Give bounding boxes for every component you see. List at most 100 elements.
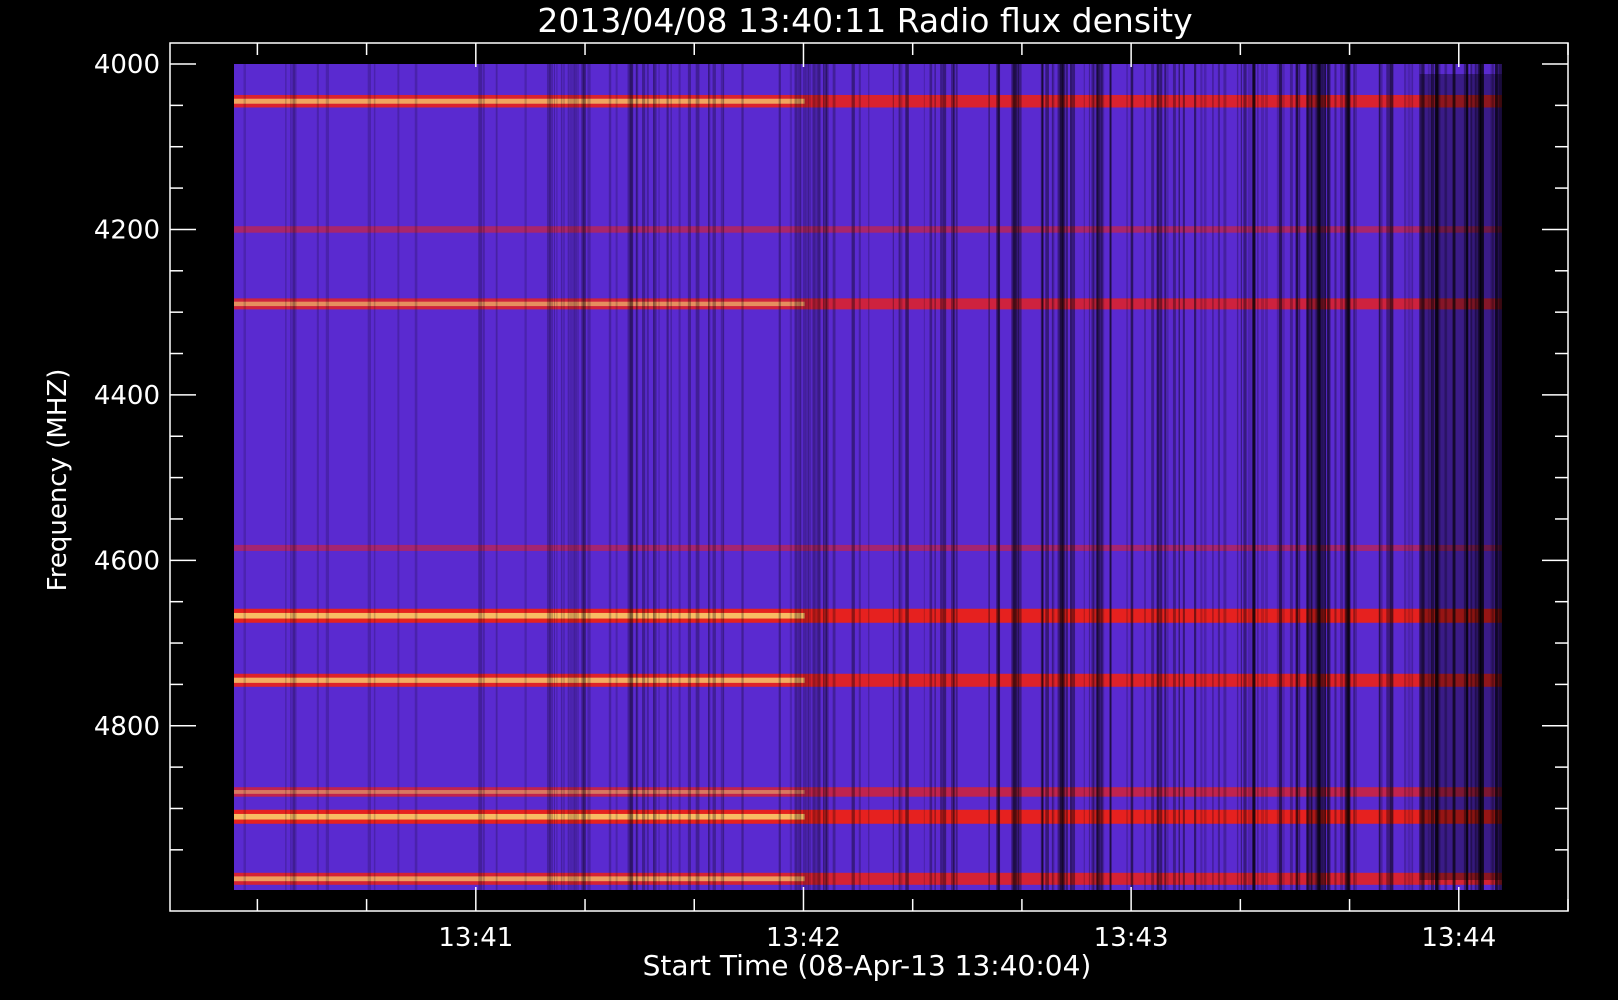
- interference-stripe: [712, 64, 716, 890]
- interference-stripe: [1243, 64, 1247, 890]
- interference-stripe: [1340, 64, 1344, 890]
- interference-stripe: [1334, 64, 1337, 890]
- y-tick-label: 4000: [94, 50, 160, 80]
- interference-stripe: [956, 64, 958, 890]
- interference-stripe: [569, 64, 572, 890]
- interference-stripe: [563, 64, 565, 890]
- interference-stripe: [1182, 64, 1185, 890]
- frequency-band-core: [234, 612, 805, 619]
- interference-stripe: [1097, 64, 1100, 890]
- x-tick-label: 13:41: [438, 923, 513, 953]
- interference-stripe: [567, 64, 570, 890]
- x-axis-label: Start Time (08-Apr-13 13:40:04): [643, 949, 1092, 982]
- interference-stripe: [695, 64, 700, 890]
- interference-stripe: [1212, 64, 1214, 890]
- interference-stripe: [778, 64, 781, 890]
- interference-stripe: [553, 64, 556, 890]
- radio-spectrogram-chart: 2013/04/08 13:40:11 Radio flux density 4…: [0, 0, 1618, 1000]
- interference-stripe: [1200, 64, 1203, 890]
- interference-stripe: [1327, 64, 1331, 890]
- interference-stripe: [670, 64, 672, 890]
- interference-stripe: [1172, 64, 1176, 890]
- interference-stripe: [953, 64, 956, 890]
- interference-stripe: [642, 64, 646, 890]
- interference-stripe: [582, 64, 586, 890]
- interference-stripe: [666, 64, 669, 890]
- interference-stripe: [802, 64, 807, 890]
- interference-stripe: [819, 64, 821, 890]
- interference-stripe: [940, 64, 942, 890]
- interference-stripe: [1311, 64, 1314, 890]
- x-tick-label: 13:43: [1094, 923, 1169, 953]
- frequency-band-core: [234, 813, 805, 820]
- interference-stripe: [1247, 64, 1251, 890]
- interference-stripe: [851, 64, 855, 890]
- interference-stripe: [1355, 64, 1357, 890]
- interference-stripe: [1289, 64, 1293, 890]
- interference-stripe: [243, 64, 246, 890]
- interference-stripe: [1017, 64, 1022, 890]
- spectrogram-svg: 2013/04/08 13:40:11 Radio flux density 4…: [0, 0, 1618, 1000]
- interference-stripe: [1014, 64, 1017, 890]
- interference-stripe: [1252, 64, 1256, 890]
- y-tick-label: 4400: [94, 381, 160, 411]
- interference-stripe: [1061, 64, 1066, 890]
- frequency-band-core: [234, 790, 805, 794]
- interference-stripe: [1317, 64, 1322, 890]
- interference-stripe: [1164, 64, 1169, 890]
- interference-stripe: [290, 64, 292, 890]
- interference-stripe: [325, 64, 330, 890]
- interference-stripe: [708, 64, 711, 890]
- interference-stripe: [905, 64, 909, 890]
- interference-stripe: [576, 64, 580, 890]
- frequency-band-core: [234, 301, 805, 307]
- interference-stripe: [808, 64, 812, 890]
- interference-stripe: [1260, 64, 1265, 890]
- interference-stripe: [1178, 64, 1180, 890]
- interference-stripe: [1344, 64, 1347, 890]
- interference-stripe: [1194, 64, 1197, 890]
- interference-stripe: [495, 64, 498, 890]
- interference-stripe: [646, 64, 649, 890]
- heatmap-image: [234, 64, 1503, 890]
- interference-stripe: [799, 64, 802, 890]
- interference-stripe: [482, 64, 485, 890]
- interference-stripe: [1296, 64, 1299, 890]
- y-tick-label: 4200: [94, 215, 160, 245]
- interference-stripe: [556, 64, 558, 890]
- interference-stripe: [1389, 64, 1394, 890]
- interference-stripe: [1143, 64, 1146, 890]
- interference-stripe: [1070, 64, 1073, 890]
- interference-stripe: [794, 64, 798, 890]
- interference-stripe: [815, 64, 818, 890]
- interference-stripe: [988, 64, 990, 890]
- interference-stripe: [1101, 64, 1105, 890]
- interference-stripe: [478, 64, 483, 890]
- frequency-band-core: [234, 677, 805, 683]
- interference-stripe: [1151, 64, 1155, 890]
- interference-stripe: [822, 64, 825, 890]
- interference-stripe: [832, 64, 836, 890]
- interference-stripe: [1130, 64, 1134, 890]
- interference-stripe: [549, 64, 554, 890]
- interference-stripe: [367, 64, 372, 890]
- interference-stripe: [942, 64, 947, 890]
- interference-stripe: [653, 64, 657, 890]
- interference-stripe: [1257, 64, 1259, 890]
- interference-stripe: [1236, 64, 1239, 890]
- interference-stripe: [1083, 64, 1085, 890]
- interference-stripe: [1265, 64, 1268, 890]
- interference-stripe: [858, 64, 861, 890]
- interference-stripe: [1322, 64, 1324, 890]
- interference-stripe: [1324, 64, 1327, 890]
- interference-stripe: [1109, 64, 1112, 890]
- interference-stripe: [1045, 64, 1049, 890]
- interference-stripe: [1094, 64, 1096, 890]
- interference-stripe: [687, 64, 692, 890]
- interference-stripe: [892, 64, 894, 890]
- interference-stripe: [789, 64, 792, 890]
- interference-stripe: [1126, 64, 1129, 890]
- interference-stripe: [1307, 64, 1310, 890]
- interference-stripe: [628, 64, 631, 890]
- interference-stripe: [1066, 64, 1068, 890]
